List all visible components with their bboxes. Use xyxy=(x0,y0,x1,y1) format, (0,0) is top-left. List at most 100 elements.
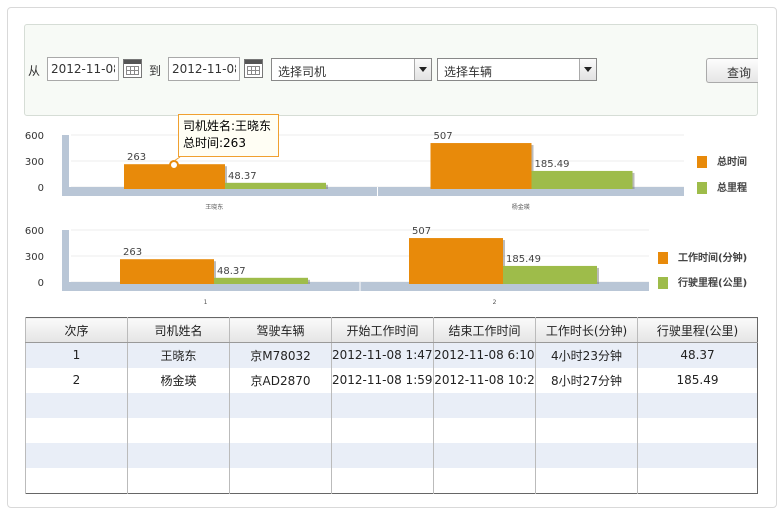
table-cell: 2012-11-08 6:10: xyxy=(433,342,536,368)
legend-item-work-time: 工作时间(分钟) xyxy=(658,249,747,264)
table-row[interactable] xyxy=(25,392,758,418)
data-label: 507 xyxy=(434,131,453,142)
legend-label: 总里程 xyxy=(717,183,747,194)
table-row[interactable] xyxy=(25,417,758,444)
legend-swatch xyxy=(658,277,668,289)
column-header[interactable]: 司机姓名 xyxy=(127,317,230,343)
x-tick-label: 2 xyxy=(493,299,497,306)
table-row[interactable] xyxy=(25,443,758,469)
table-row[interactable] xyxy=(25,468,758,494)
bar-time xyxy=(409,238,503,284)
tooltip-driver: 司机姓名:王晓东 xyxy=(183,119,272,133)
data-label: 507 xyxy=(412,226,431,237)
table-cell: 杨金瑛 xyxy=(127,367,230,393)
column-header[interactable]: 结束工作时间 xyxy=(433,317,536,343)
table-cell xyxy=(331,443,434,469)
table-cell: 京AD2870 xyxy=(229,367,332,393)
data-label: 263 xyxy=(123,247,142,258)
table-cell: 8小时27分钟 xyxy=(535,367,638,393)
table-cell xyxy=(433,443,536,469)
data-label: 185.49 xyxy=(506,254,541,265)
bar-shadow xyxy=(597,267,599,284)
legend-swatch xyxy=(697,182,707,194)
end-calendar-icon[interactable] xyxy=(244,59,263,78)
x-tick-label: 王晓东 xyxy=(205,203,223,211)
table-cell xyxy=(637,443,758,469)
table-cell xyxy=(331,417,434,444)
table-cell xyxy=(229,468,332,494)
chevron-down-icon[interactable] xyxy=(414,59,431,80)
table-cell xyxy=(25,392,128,418)
tooltip-marker xyxy=(169,160,179,170)
bar-distance xyxy=(503,265,597,284)
bar-time xyxy=(430,143,532,189)
start-date-input[interactable] xyxy=(47,57,119,81)
column-header[interactable]: 开始工作时间 xyxy=(331,317,434,343)
table-row[interactable]: 2 杨金瑛 京AD2870 2012-11-08 1:59: 2012-11-08 10… xyxy=(25,367,758,393)
table-cell xyxy=(637,392,758,418)
table-cell xyxy=(229,443,332,469)
table-cell: 2012-11-08 1:47: xyxy=(331,342,434,368)
table-cell: 4小时23分钟 xyxy=(535,342,638,368)
y-tick-label: 300 xyxy=(25,252,44,263)
chevron-down-icon[interactable] xyxy=(579,59,596,80)
table-cell: 2012-11-08 1:59: xyxy=(331,367,434,393)
x-tick-label: 杨金瑛 xyxy=(512,203,530,211)
vehicle-select[interactable]: 选择车辆 xyxy=(437,58,597,81)
vehicle-select-value: 选择车辆 xyxy=(444,65,493,79)
bar-distance xyxy=(225,182,326,189)
table-cell xyxy=(127,392,230,418)
table-cell xyxy=(127,468,230,494)
table-cell xyxy=(637,417,758,444)
column-header[interactable]: 行驶里程(公里) xyxy=(637,317,758,343)
table-cell: 京M78032 xyxy=(229,342,332,368)
table-cell: 2012-11-08 10:2 xyxy=(433,367,536,393)
chart-tooltip: 司机姓名:王晓东 总时间:263 xyxy=(178,114,279,157)
table-cell xyxy=(535,468,638,494)
bar-time xyxy=(120,259,214,284)
table-cell xyxy=(25,443,128,469)
table-cell: 王晓东 xyxy=(127,342,230,368)
data-label: 48.37 xyxy=(228,171,257,182)
legend-item-total-distance: 总里程 xyxy=(697,179,747,194)
driver-select-value: 选择司机 xyxy=(278,65,327,79)
driver-summary-chart: 600 300 0 263 48.37 王晓东 507 185.49 杨金瑛 xyxy=(25,131,684,211)
legend-item-distance: 行驶里程(公里) xyxy=(658,274,747,289)
y-axis-wall xyxy=(62,230,69,288)
table-cell xyxy=(331,392,434,418)
end-date-input[interactable] xyxy=(168,57,240,81)
table-cell xyxy=(127,443,230,469)
query-button[interactable]: 查询 xyxy=(706,58,758,83)
legend-swatch xyxy=(658,252,668,264)
y-tick-label: 600 xyxy=(25,226,44,237)
work-record-table: 次序 司机姓名 驾驶车辆 开始工作时间 结束工作时间 工作时长(分钟) 行驶里程(公里) 1… xyxy=(25,317,758,494)
legend-label: 工作时间(分钟) xyxy=(678,253,748,264)
column-header[interactable]: 工作时长(分钟) xyxy=(535,317,638,343)
bar-shadow xyxy=(326,184,328,189)
column-header[interactable]: 次序 xyxy=(25,317,128,343)
bar-distance xyxy=(531,170,633,189)
table-cell: 2 xyxy=(25,367,128,393)
bar-shadow xyxy=(632,172,635,189)
y-axis-wall xyxy=(62,135,69,193)
work-detail-chart: 600 300 0 263 48.37 1 507 185.49 2 xyxy=(25,226,649,306)
table-cell xyxy=(127,417,230,444)
table-cell xyxy=(535,392,638,418)
table-cell xyxy=(433,468,536,494)
to-label: 到 xyxy=(149,64,162,78)
table-cell xyxy=(25,417,128,444)
start-calendar-icon[interactable] xyxy=(123,59,142,78)
table-cell xyxy=(433,392,536,418)
x-tick-label: 1 xyxy=(204,299,208,306)
column-header[interactable]: 驾驶车辆 xyxy=(229,317,332,343)
legend-label: 总时间 xyxy=(717,157,747,168)
y-tick-label: 0 xyxy=(38,278,44,289)
tooltip-pointer xyxy=(173,156,181,162)
bar-distance xyxy=(214,277,308,284)
driver-select[interactable]: 选择司机 xyxy=(271,58,432,81)
table-header-row: 次序 司机姓名 驾驶车辆 开始工作时间 结束工作时间 工作时长(分钟) 行驶里程(公里) xyxy=(25,317,758,343)
tooltip-total: 总时间:263 xyxy=(183,136,246,150)
table-row[interactable]: 1 王晓东 京M78032 2012-11-08 1:47: 2012-11-08 6:… xyxy=(25,342,758,368)
data-label: 48.37 xyxy=(217,266,246,277)
table-cell xyxy=(229,417,332,444)
